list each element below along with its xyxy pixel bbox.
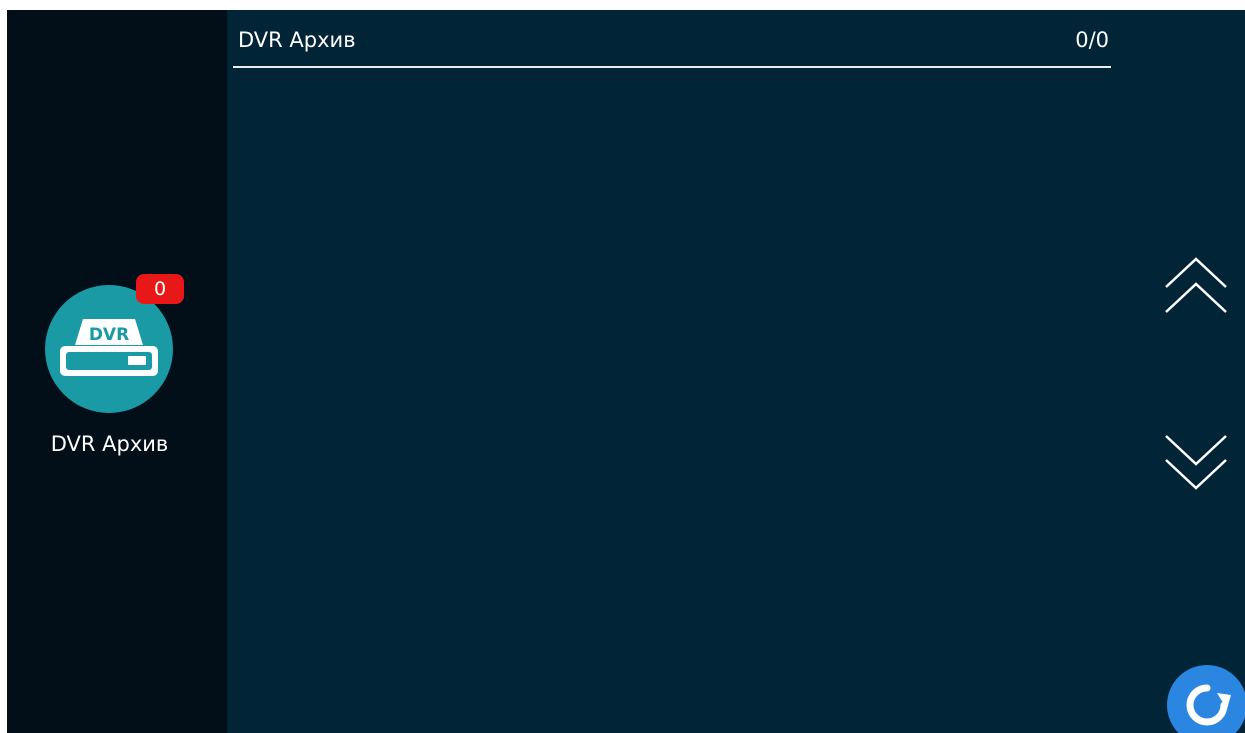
page-title: DVR Архив [238, 28, 356, 52]
scroll-up-button[interactable] [1163, 255, 1229, 317]
chevron-up-double-icon [1165, 257, 1227, 313]
screen: DVR 0 DVR Архив DVR Архив 0/0 [7, 10, 1245, 733]
dvr-icon-label: DVR [89, 325, 129, 345]
list-header: DVR Архив 0/0 [233, 10, 1111, 68]
dvr-count-badge: 0 [136, 274, 184, 304]
chevron-down-double-icon [1165, 435, 1227, 490]
dvr-archive-tile[interactable]: DVR 0 [45, 274, 184, 415]
sidebar: DVR 0 DVR Архив [7, 10, 227, 733]
refresh-icon [1186, 684, 1231, 726]
refresh-button[interactable] [1167, 665, 1245, 733]
record-counter: 0/0 [1075, 28, 1109, 52]
dvr-icon: DVR [45, 285, 173, 413]
scroll-down-button[interactable] [1163, 430, 1229, 492]
sidebar-item-label: DVR Архив [50, 432, 169, 456]
